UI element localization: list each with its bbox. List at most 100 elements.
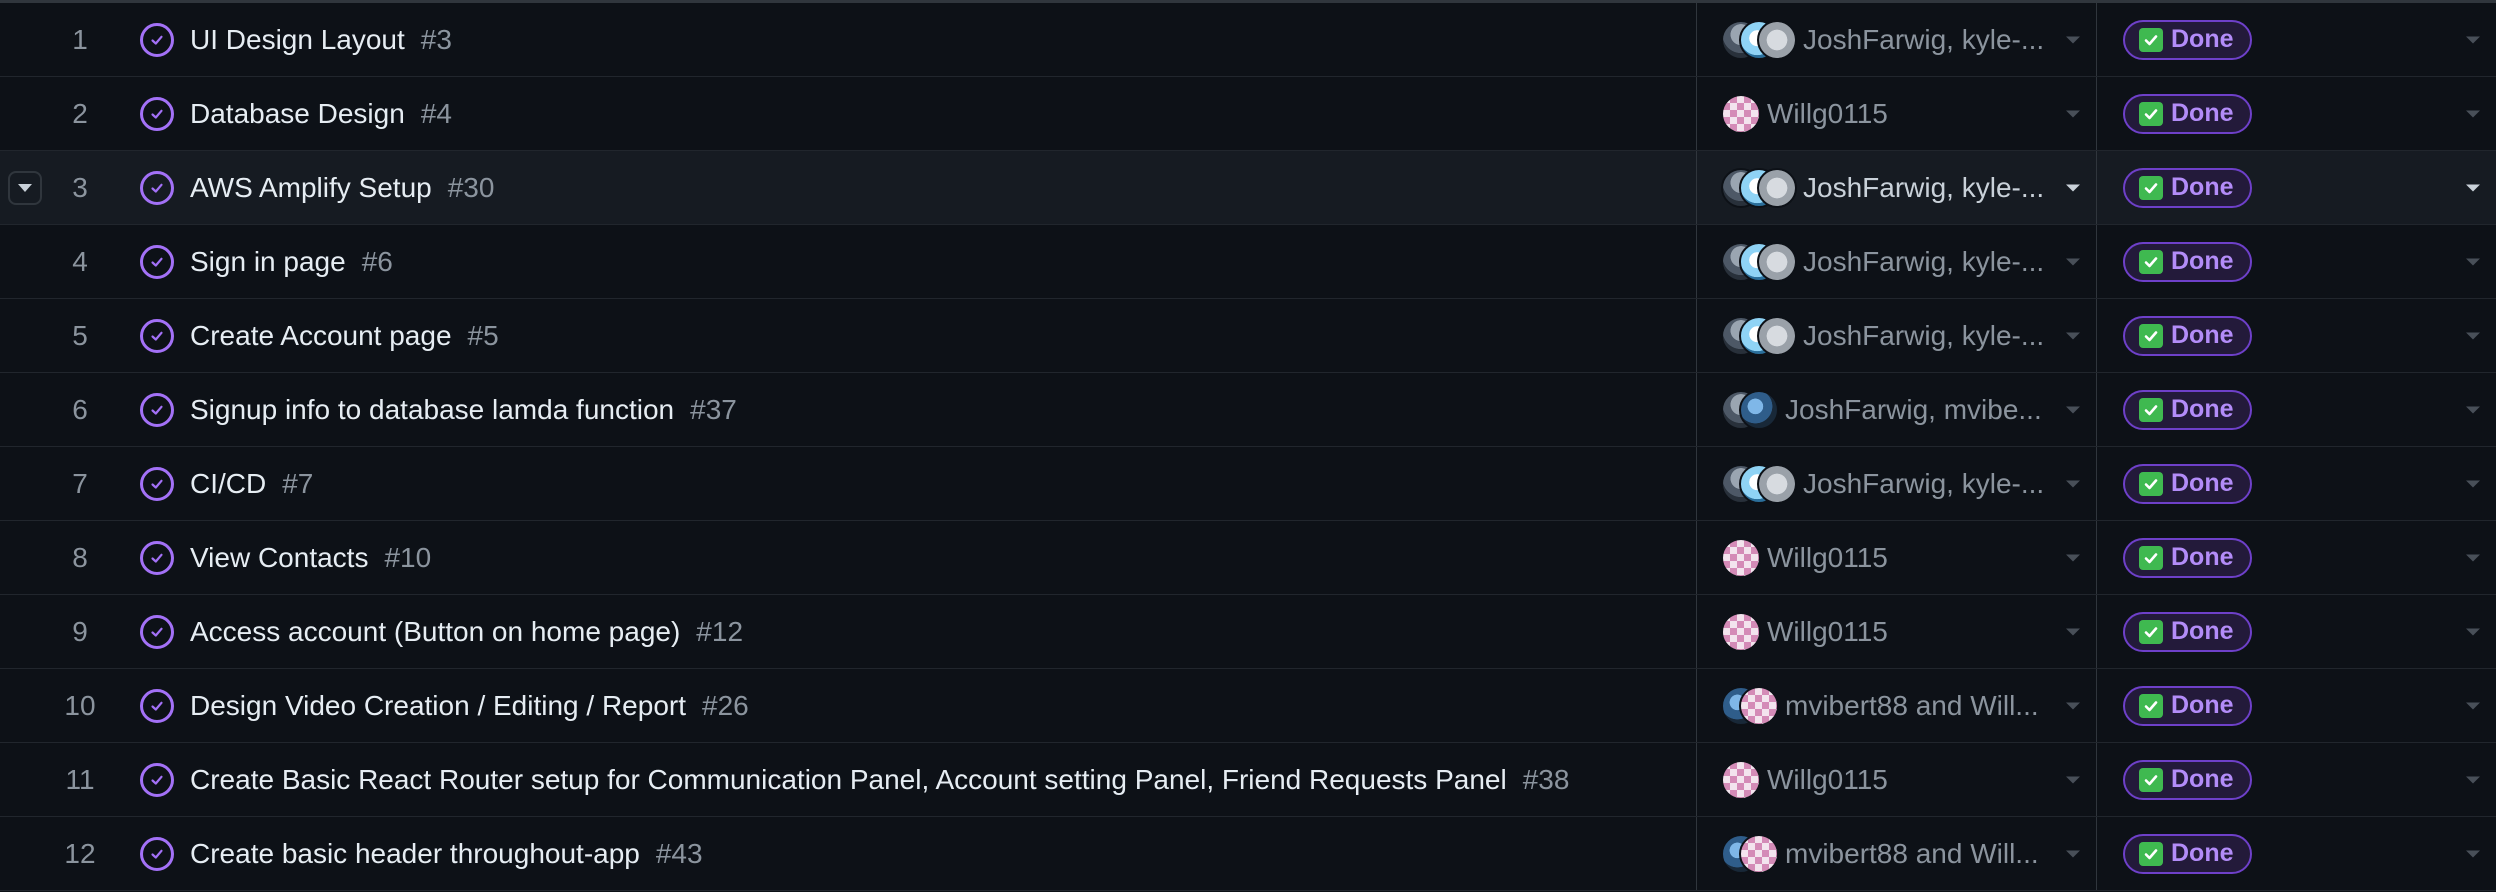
- title-cell[interactable]: UI Design Layout #3: [140, 3, 1696, 76]
- assignees-cell[interactable]: Willg0115: [1696, 595, 2096, 668]
- avatar-stack: [1721, 537, 1761, 578]
- table-row[interactable]: 3 AWS Amplify Setup #30 JoshFarwig, kyle…: [0, 151, 2496, 225]
- assignee-names: Willg0115: [1767, 763, 1888, 795]
- status-cell[interactable]: Done: [2096, 3, 2496, 76]
- assignees-cell[interactable]: JoshFarwig, mvibe...: [1696, 373, 2096, 446]
- chevron-down-icon[interactable]: [2066, 110, 2080, 117]
- chevron-down-icon[interactable]: [2466, 702, 2480, 709]
- chevron-down-icon[interactable]: [2066, 850, 2080, 857]
- assignees-cell[interactable]: Willg0115: [1696, 743, 2096, 816]
- issue-title-link[interactable]: Sign in page: [190, 246, 346, 278]
- status-cell[interactable]: Done: [2096, 817, 2496, 890]
- assignees-cell[interactable]: JoshFarwig, kyle-...: [1696, 447, 2096, 520]
- title-cell[interactable]: Create basic header throughout-app #43: [140, 817, 1696, 890]
- status-cell[interactable]: Done: [2096, 151, 2496, 224]
- closed-issue-icon: [140, 22, 174, 57]
- title-cell[interactable]: AWS Amplify Setup #30: [140, 151, 1696, 224]
- chevron-down-icon[interactable]: [2066, 406, 2080, 413]
- row-number: 10: [64, 689, 96, 721]
- issue-title-link[interactable]: CI/CD: [190, 468, 266, 500]
- avatar-stack: [1721, 759, 1761, 800]
- chevron-down-icon[interactable]: [2466, 184, 2480, 191]
- chevron-down-icon[interactable]: [2466, 406, 2480, 413]
- chevron-down-icon[interactable]: [2066, 480, 2080, 487]
- status-cell[interactable]: Done: [2096, 521, 2496, 594]
- table-row[interactable]: 9 Access account (Button on home page) #…: [0, 595, 2496, 669]
- title-cell[interactable]: View Contacts #10: [140, 521, 1696, 594]
- table-row[interactable]: 6 Signup info to database lamda function…: [0, 373, 2496, 447]
- chevron-down-icon[interactable]: [2466, 258, 2480, 265]
- chevron-down-icon[interactable]: [2066, 184, 2080, 191]
- check-mark-icon: [2139, 101, 2163, 126]
- issue-title-link[interactable]: View Contacts: [190, 542, 368, 574]
- row-number-cell: 5: [0, 299, 160, 372]
- status-cell[interactable]: Done: [2096, 669, 2496, 742]
- assignees-cell[interactable]: Willg0115: [1696, 521, 2096, 594]
- row-number: 9: [72, 615, 88, 647]
- status-cell[interactable]: Done: [2096, 299, 2496, 372]
- chevron-down-icon[interactable]: [2466, 480, 2480, 487]
- assignees-cell[interactable]: JoshFarwig, kyle-...: [1696, 151, 2096, 224]
- issue-title-link[interactable]: Design Video Creation / Editing / Report: [190, 690, 686, 722]
- assignees-cell[interactable]: Willg0115: [1696, 77, 2096, 150]
- chevron-down-icon[interactable]: [2066, 332, 2080, 339]
- chevron-down-icon[interactable]: [2466, 332, 2480, 339]
- table-row[interactable]: 7 CI/CD #7 JoshFarwig, kyle-... Done: [0, 447, 2496, 521]
- title-cell[interactable]: CI/CD #7: [140, 447, 1696, 520]
- issue-title-link[interactable]: Access account (Button on home page): [190, 616, 680, 648]
- chevron-down-icon[interactable]: [2066, 628, 2080, 635]
- issue-title-link[interactable]: Database Design: [190, 98, 405, 130]
- assignees-cell[interactable]: mvibert88 and Will...: [1696, 817, 2096, 890]
- table-row[interactable]: 5 Create Account page #5 JoshFarwig, kyl…: [0, 299, 2496, 373]
- chevron-down-icon[interactable]: [2466, 554, 2480, 561]
- chevron-down-icon[interactable]: [2066, 554, 2080, 561]
- chevron-down-icon[interactable]: [2466, 776, 2480, 783]
- row-number: 3: [72, 171, 88, 203]
- title-cell[interactable]: Access account (Button on home page) #12: [140, 595, 1696, 668]
- title-cell[interactable]: Signup info to database lamda function #…: [140, 373, 1696, 446]
- chevron-down-icon[interactable]: [2066, 702, 2080, 709]
- table-row[interactable]: 8 View Contacts #10 Willg0115 Done: [0, 521, 2496, 595]
- avatar-stack: [1721, 463, 1797, 504]
- chevron-down-icon[interactable]: [2466, 628, 2480, 635]
- chevron-down-icon[interactable]: [2066, 776, 2080, 783]
- issue-title-link[interactable]: UI Design Layout: [190, 24, 405, 56]
- assignees-cell[interactable]: JoshFarwig, kyle-...: [1696, 299, 2096, 372]
- assignees-cell[interactable]: mvibert88 and Will...: [1696, 669, 2096, 742]
- title-cell[interactable]: Design Video Creation / Editing / Report…: [140, 669, 1696, 742]
- table-row[interactable]: 10 Design Video Creation / Editing / Rep…: [0, 669, 2496, 743]
- chevron-down-icon[interactable]: [2066, 258, 2080, 265]
- issue-title-link[interactable]: Create basic header throughout-app: [190, 838, 640, 870]
- table-row[interactable]: 4 Sign in page #6 JoshFarwig, kyle-... D…: [0, 225, 2496, 299]
- title-cell[interactable]: Sign in page #6: [140, 225, 1696, 298]
- issue-title-link[interactable]: Signup info to database lamda function: [190, 394, 674, 426]
- chevron-down-icon[interactable]: [2466, 36, 2480, 43]
- status-cell[interactable]: Done: [2096, 743, 2496, 816]
- title-cell[interactable]: Create Account page #5: [140, 299, 1696, 372]
- status-cell[interactable]: Done: [2096, 373, 2496, 446]
- title-cell[interactable]: Database Design #4: [140, 77, 1696, 150]
- table-row[interactable]: 12 Create basic header throughout-app #4…: [0, 817, 2496, 891]
- status-badge: Done: [2123, 315, 2252, 356]
- status-cell[interactable]: Done: [2096, 77, 2496, 150]
- issue-title-link[interactable]: AWS Amplify Setup: [190, 172, 432, 204]
- chevron-down-icon[interactable]: [2466, 110, 2480, 117]
- issue-title-link[interactable]: Create Basic React Router setup for Comm…: [190, 764, 1507, 796]
- chevron-down-icon[interactable]: [2466, 850, 2480, 857]
- issue-title-link[interactable]: Create Account page: [190, 320, 452, 352]
- avatar: [1721, 759, 1761, 800]
- row-menu-button[interactable]: [8, 170, 42, 205]
- status-cell[interactable]: Done: [2096, 225, 2496, 298]
- table-row[interactable]: 11 Create Basic React Router setup for C…: [0, 743, 2496, 817]
- assignees-cell[interactable]: JoshFarwig, kyle-...: [1696, 225, 2096, 298]
- title-cell[interactable]: Create Basic React Router setup for Comm…: [140, 743, 1696, 816]
- chevron-down-icon[interactable]: [2066, 36, 2080, 43]
- status-cell[interactable]: Done: [2096, 447, 2496, 520]
- status-badge: Done: [2123, 241, 2252, 282]
- assignee-names: JoshFarwig, kyle-...: [1803, 245, 2045, 277]
- table-row[interactable]: 1 UI Design Layout #3 JoshFarwig, kyle-.…: [0, 3, 2496, 77]
- status-badge: Done: [2123, 463, 2252, 504]
- status-cell[interactable]: Done: [2096, 595, 2496, 668]
- table-row[interactable]: 2 Database Design #4 Willg0115 Done: [0, 77, 2496, 151]
- assignees-cell[interactable]: JoshFarwig, kyle-...: [1696, 3, 2096, 76]
